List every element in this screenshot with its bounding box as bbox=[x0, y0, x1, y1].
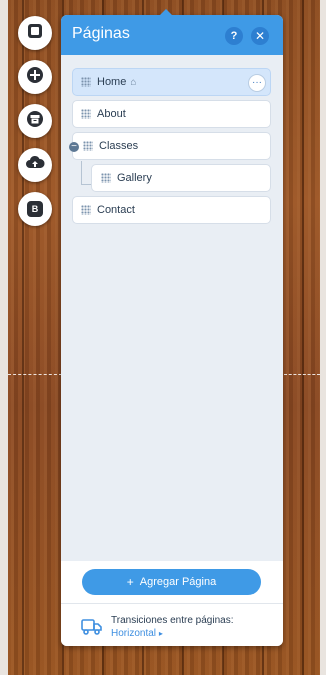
drag-handle-icon[interactable] bbox=[81, 109, 91, 119]
canvas-edge-right bbox=[320, 0, 326, 675]
tree-connector bbox=[81, 184, 91, 185]
panel-title: Páginas bbox=[72, 25, 130, 42]
add-rail-button[interactable] bbox=[18, 60, 52, 94]
page-label: Classes bbox=[99, 140, 139, 152]
blog-icon: B bbox=[27, 201, 43, 217]
collapse-subpages-button[interactable]: − bbox=[69, 142, 79, 152]
drag-handle-icon[interactable] bbox=[81, 77, 91, 87]
page-label: Home bbox=[97, 76, 127, 88]
drag-handle-icon[interactable] bbox=[83, 141, 93, 151]
transitions-value: Horizontal bbox=[111, 628, 157, 639]
truck-icon bbox=[80, 617, 104, 637]
caret-right-icon: ▸ bbox=[158, 629, 163, 638]
divider bbox=[61, 603, 283, 604]
upload-cloud-icon bbox=[25, 154, 45, 177]
home-icon: ⌂ bbox=[130, 76, 137, 88]
store-icon bbox=[26, 110, 44, 133]
panel-header: Páginas ? ✕ bbox=[61, 15, 283, 55]
panel-footer: + Agregar Página Transiciones entre pági… bbox=[61, 561, 283, 646]
page-more-button[interactable]: ··· bbox=[248, 74, 266, 92]
upload-rail-button[interactable] bbox=[18, 148, 52, 182]
page-item-contact[interactable]: Contact bbox=[72, 196, 271, 224]
canvas-edge-left bbox=[0, 0, 8, 675]
page-item-gallery[interactable]: Gallery bbox=[91, 164, 271, 192]
panel-pointer bbox=[160, 9, 172, 15]
page-item-classes[interactable]: Classes bbox=[72, 132, 271, 160]
store-rail-button[interactable] bbox=[18, 104, 52, 138]
fold-line-right bbox=[284, 374, 320, 375]
page-item-home[interactable]: Home ⌂ ··· bbox=[72, 68, 271, 96]
drag-handle-icon[interactable] bbox=[101, 173, 111, 183]
add-circle-icon bbox=[26, 66, 44, 89]
fold-line-left bbox=[8, 374, 62, 375]
page-label: Contact bbox=[97, 204, 135, 216]
close-button[interactable]: ✕ bbox=[251, 27, 269, 45]
pages-panel: Páginas ? ✕ Home ⌂ ··· About Classes − G… bbox=[61, 15, 283, 646]
page-label: About bbox=[97, 108, 126, 120]
square-frame-icon bbox=[26, 22, 44, 45]
drag-handle-icon[interactable] bbox=[81, 205, 91, 215]
page-item-about[interactable]: About bbox=[72, 100, 271, 128]
help-button[interactable]: ? bbox=[225, 27, 243, 45]
blog-rail-button[interactable]: B bbox=[18, 192, 52, 226]
transitions-value-link[interactable]: Horizontal ▸ bbox=[111, 628, 163, 639]
plus-icon: + bbox=[126, 575, 134, 589]
tree-connector bbox=[81, 161, 82, 184]
add-page-label: Agregar Página bbox=[139, 576, 217, 588]
transitions-label: Transiciones entre páginas: bbox=[111, 615, 234, 626]
page-label: Gallery bbox=[117, 172, 152, 184]
pages-rail-button[interactable] bbox=[18, 16, 52, 50]
add-page-button[interactable]: + Agregar Página bbox=[82, 569, 261, 595]
